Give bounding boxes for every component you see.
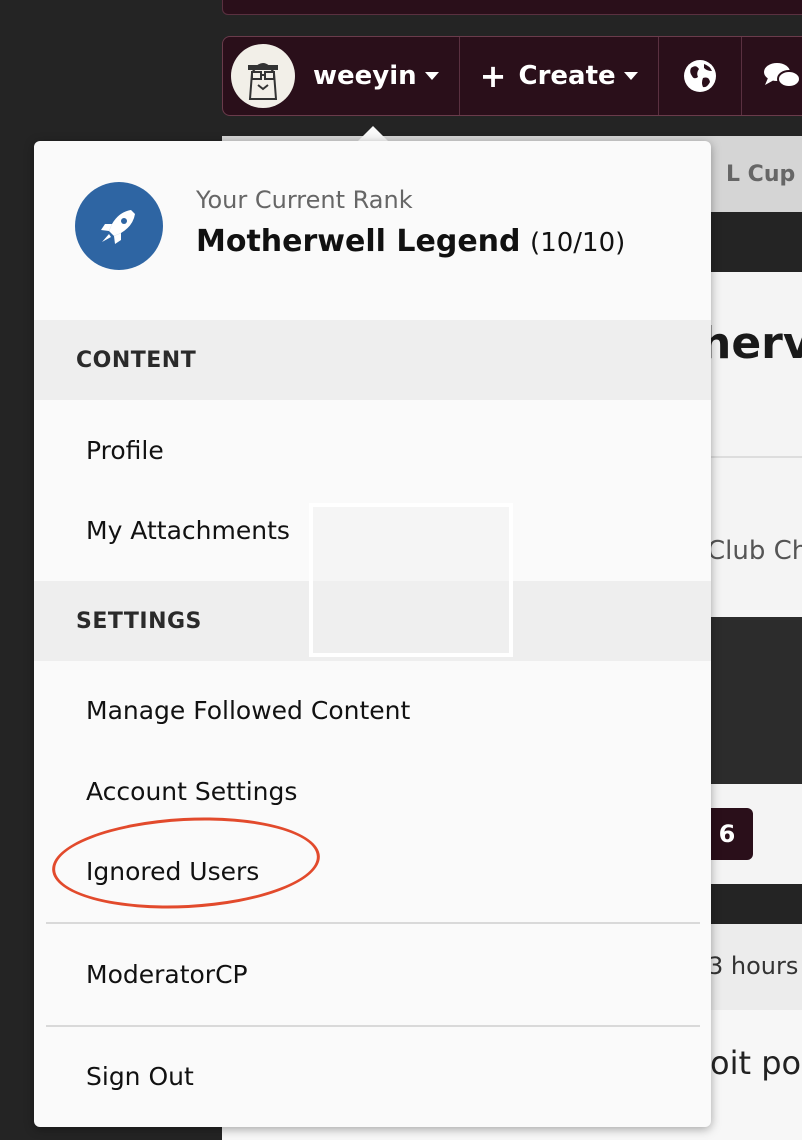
tab-cup[interactable]: L Cup C: [726, 162, 802, 187]
globe-icon: [683, 60, 716, 92]
globe-button[interactable]: [659, 37, 743, 115]
menu-divider: [46, 922, 700, 924]
user-navbar: weeyin + Create: [222, 36, 802, 116]
menu-item-account-settings[interactable]: Account Settings: [86, 777, 297, 806]
plus-icon: +: [479, 57, 507, 95]
rank-caption: Your Current Rank: [196, 186, 413, 214]
menu-divider: [46, 1025, 700, 1027]
rank-icon: [75, 182, 163, 270]
caret-down-icon: [623, 72, 638, 80]
menu-item-profile[interactable]: Profile: [86, 436, 164, 465]
page-title: herv: [700, 318, 802, 369]
rank-title: Motherwell Legend (10/10): [196, 224, 625, 259]
selection-overlay: [309, 503, 513, 657]
username-label: weeyin: [313, 61, 417, 91]
timestamp-text: 3 hours: [708, 952, 799, 980]
section-header-content: CONTENT: [34, 320, 711, 400]
caret-down-icon: [424, 72, 439, 80]
user-menu-toggle[interactable]: weeyin: [223, 37, 460, 115]
user-avatar: [231, 44, 295, 108]
rank-name: Motherwell Legend: [196, 224, 521, 259]
menu-item-attachments[interactable]: My Attachments: [86, 516, 290, 545]
chat-bubbles-icon: [763, 63, 801, 88]
menu-pointer: [357, 126, 389, 142]
club-text: Club Ch: [707, 536, 802, 566]
post-text: oit pon: [710, 1044, 802, 1082]
rank-score: (10/10): [530, 228, 626, 258]
create-menu-button[interactable]: + Create: [460, 37, 659, 115]
top-strip: [222, 0, 802, 15]
messages-button[interactable]: [742, 37, 802, 115]
divider: [700, 456, 802, 458]
menu-item-sign-out[interactable]: Sign Out: [86, 1062, 194, 1091]
menu-item-followed-content[interactable]: Manage Followed Content: [86, 696, 410, 725]
rocket-icon: [101, 210, 135, 244]
create-label: Create: [518, 61, 616, 91]
menu-item-moderatorcp[interactable]: ModeratorCP: [86, 960, 248, 989]
